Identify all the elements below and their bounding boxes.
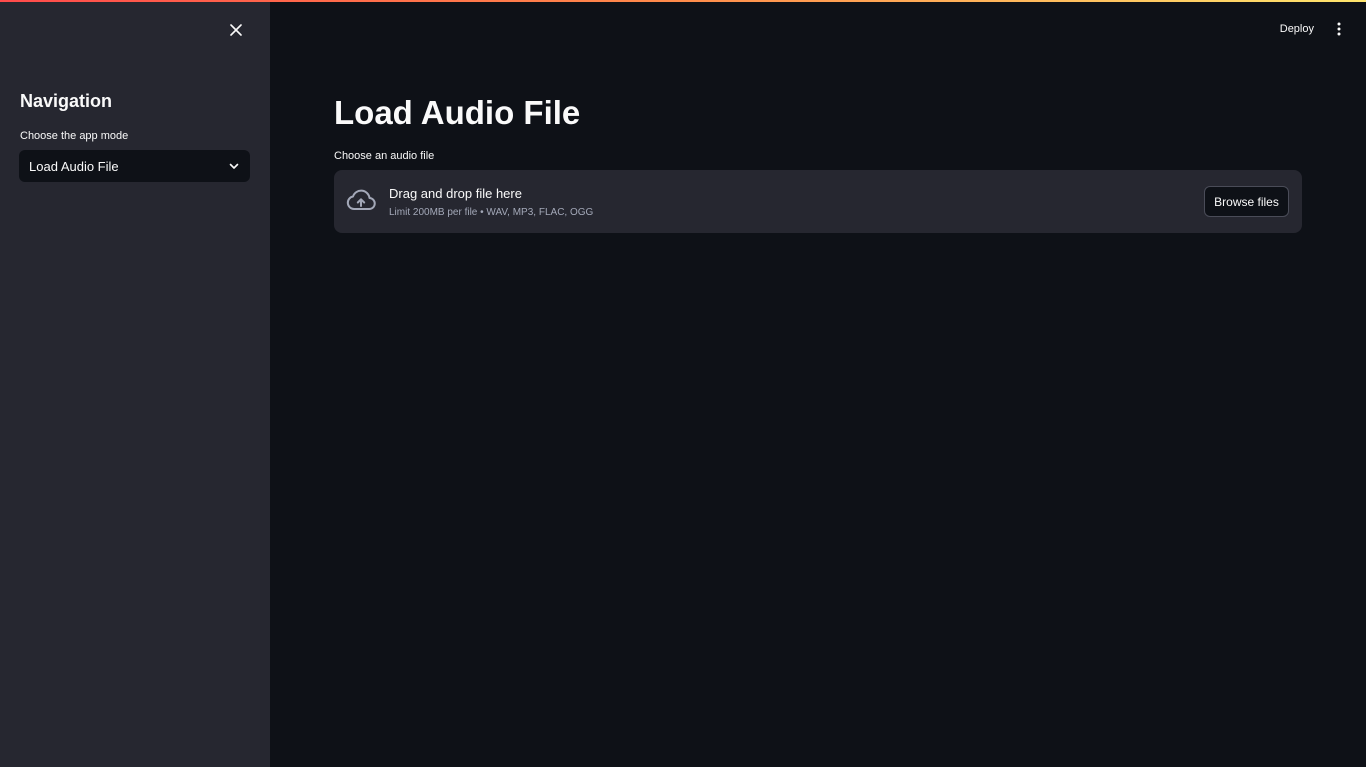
page-title: Load Audio File bbox=[334, 94, 581, 131]
dropzone-limit-text: Limit 200MB per file • WAV, MP3, FLAC, O… bbox=[389, 207, 594, 218]
header-toolbar: Deploy bbox=[1280, 18, 1346, 40]
main-menu-button[interactable] bbox=[1332, 18, 1346, 40]
deploy-button[interactable]: Deploy bbox=[1280, 23, 1314, 35]
top-decoration-bar bbox=[0, 0, 1366, 2]
file-dropzone[interactable]: Drag and drop file here Limit 200MB per … bbox=[334, 170, 1302, 233]
more-vert-icon bbox=[1337, 22, 1341, 36]
cloud-upload-icon bbox=[346, 189, 376, 210]
dropzone-instructions: Drag and drop file here Limit 200MB per … bbox=[389, 186, 593, 218]
uploader-label: Choose an audio file bbox=[334, 150, 435, 162]
sidebar: Navigation Choose the app mode Load Audi… bbox=[0, 0, 270, 767]
browse-files-button[interactable]: Browse files bbox=[1204, 186, 1289, 217]
sidebar-title: Navigation bbox=[20, 91, 113, 111]
chevron-down-icon bbox=[229, 163, 239, 169]
app-mode-select-value: Load Audio File bbox=[29, 158, 119, 174]
close-icon bbox=[230, 24, 242, 36]
dropzone-title: Drag and drop file here bbox=[389, 186, 522, 201]
close-sidebar-button[interactable] bbox=[224, 18, 248, 42]
app-mode-label: Choose the app mode bbox=[20, 130, 129, 142]
app-mode-select[interactable]: Load Audio File bbox=[19, 150, 250, 182]
